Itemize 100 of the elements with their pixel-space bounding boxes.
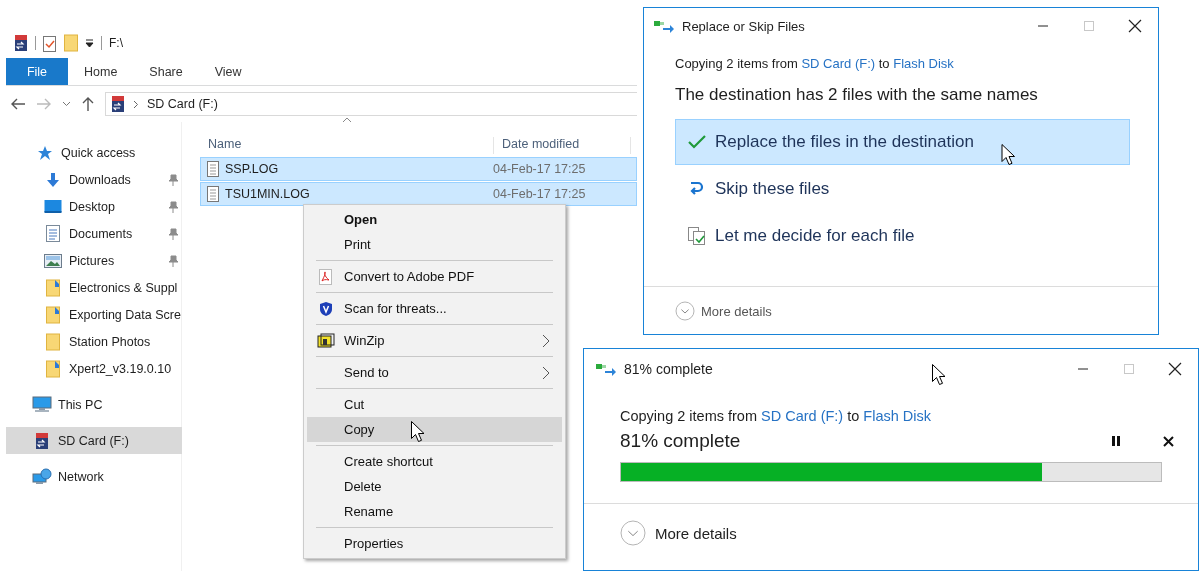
- folder-icon: [46, 359, 60, 378]
- up-arrow-icon: [81, 96, 95, 112]
- menu-item[interactable]: Delete: [307, 474, 562, 499]
- folder-icon: [46, 278, 60, 297]
- back-icon: [10, 97, 26, 111]
- dialog-title: Replace or Skip Files: [682, 18, 805, 34]
- copy-progress-icon: [596, 362, 616, 376]
- pictures-icon: [44, 253, 62, 268]
- compare-files-icon: [687, 227, 707, 245]
- recent-locations-button[interactable]: [62, 101, 71, 107]
- copy-status-text: Copying 2 items from SD Card (F:) to Flash Disk: [675, 56, 955, 71]
- download-icon: [45, 171, 61, 188]
- sidebar-item[interactable]: This PC: [6, 391, 182, 418]
- cursor-icon: [998, 144, 1018, 165]
- copy-progress-icon: [654, 19, 674, 33]
- close-icon: [1128, 19, 1142, 33]
- menu-item[interactable]: Create shortcut: [307, 449, 562, 474]
- sort-icon: [342, 117, 352, 123]
- sidebar-item[interactable]: SD Card (F:): [6, 427, 182, 454]
- menu-item[interactable]: Scan for threats...: [307, 296, 562, 321]
- network-icon: [32, 468, 52, 485]
- sidebar-item[interactable]: Network: [6, 463, 182, 490]
- table-cell: 04-Feb-17 17:25: [493, 162, 586, 176]
- sidebar-item[interactable]: Exporting Data Scre: [6, 301, 182, 328]
- dialog-title: 81% complete: [624, 361, 713, 377]
- star-icon: [37, 144, 53, 161]
- chevron-icon: [133, 99, 139, 109]
- source-link[interactable]: SD Card (F:): [761, 408, 844, 424]
- close-icon: [1168, 362, 1182, 376]
- menu-item[interactable]: Properties: [307, 531, 562, 556]
- sidebar-item[interactable]: Electronics & Suppl: [6, 274, 182, 301]
- menu-item[interactable]: Open: [307, 207, 562, 232]
- table-cell-text: SSP.LOG: [224, 162, 280, 176]
- choice-option[interactable]: Skip these files: [675, 166, 1130, 212]
- choice-option[interactable]: Replace the files in the destination: [675, 119, 1130, 165]
- shield-icon: [319, 300, 333, 317]
- destination-link[interactable]: Flash Disk: [893, 56, 954, 71]
- sidebar-item[interactable]: Downloads: [6, 166, 182, 193]
- ribbon-tab[interactable]: Share: [133, 58, 199, 85]
- new-folder-icon: [64, 34, 78, 52]
- progress-status: 81% complete: [620, 430, 742, 452]
- file-menu-button[interactable]: File: [6, 58, 68, 85]
- menu-item[interactable]: Copy: [307, 417, 562, 442]
- sd-card-icon: [111, 95, 125, 113]
- close-icon: [1162, 435, 1174, 447]
- menu-item[interactable]: Rename: [307, 499, 562, 524]
- pause-icon: [1111, 435, 1121, 447]
- menu-item[interactable]: Print: [307, 232, 562, 257]
- folder-icon: [46, 332, 60, 351]
- archive-icon: [317, 332, 335, 349]
- expand-icon: [620, 520, 646, 546]
- table-cell: 04-Feb-17 17:25: [493, 187, 586, 201]
- menu-item[interactable]: Send to: [307, 360, 562, 385]
- cursor-icon: [932, 364, 945, 385]
- ribbon-tab[interactable]: View: [198, 58, 258, 85]
- menu-item[interactable]: Cut: [307, 392, 562, 417]
- pdf-icon: [319, 268, 333, 285]
- copy-status-text: Copying 2 items from SD Card (F:) to Flash Disk: [620, 408, 933, 424]
- table-cell-text: TSU1MIN.LOG: [224, 187, 311, 201]
- up-button[interactable]: [81, 96, 95, 112]
- folder-icon: [46, 305, 60, 324]
- menu-item[interactable]: WinZip: [307, 328, 562, 353]
- destination-link[interactable]: Flash Disk: [863, 408, 932, 424]
- maximize-icon: [1123, 363, 1135, 375]
- menu-item[interactable]: Convert to Adobe PDF: [307, 264, 562, 289]
- sidebar-item[interactable]: Xpert2_v3.19.0.10: [6, 355, 182, 382]
- desktop-icon: [44, 199, 62, 214]
- sidebar-item[interactable]: Desktop: [6, 193, 182, 220]
- file-icon: [207, 186, 219, 202]
- sidebar-item[interactable]: Documents: [6, 220, 182, 247]
- sidebar-item[interactable]: Station Photos: [6, 328, 182, 355]
- sidebar-item[interactable]: Pictures: [6, 247, 182, 274]
- sidebar-item[interactable]: Quick access: [6, 139, 182, 166]
- more-details-button[interactable]: More details: [675, 301, 772, 321]
- address-bar[interactable]: SD Card (F:): [105, 92, 637, 116]
- file-icon: [207, 161, 219, 177]
- choice-option[interactable]: Let me decide for each file: [675, 213, 1130, 259]
- source-link[interactable]: SD Card (F:): [801, 56, 876, 71]
- dialog-heading: The destination has 2 files with the same names: [675, 85, 1039, 105]
- column-header[interactable]: Date modified: [494, 137, 631, 154]
- back-button[interactable]: [10, 97, 26, 111]
- document-icon: [46, 225, 60, 242]
- cursor-icon: [411, 421, 424, 442]
- computer-icon: [32, 396, 52, 413]
- check-icon: [687, 135, 707, 149]
- file-row[interactable]: SSP.LOG 04-Feb-17 17:25: [200, 157, 637, 181]
- expand-icon: [675, 301, 695, 321]
- file-row[interactable]: TSU1MIN.LOG 04-Feb-17 17:25: [200, 182, 637, 206]
- more-details-button[interactable]: More details: [620, 520, 737, 546]
- window-title: F:\: [109, 36, 123, 50]
- sd-card-icon: [14, 34, 28, 52]
- ribbon-tab[interactable]: Home: [68, 58, 134, 85]
- caret-icon: [62, 101, 71, 107]
- column-header[interactable]: Name: [200, 137, 494, 154]
- forward-icon: [36, 97, 52, 111]
- sd-card-icon: [35, 431, 49, 450]
- properties-icon: [43, 34, 57, 52]
- dropdown-icon: [85, 38, 94, 48]
- maximize-icon: [1083, 20, 1095, 32]
- forward-button[interactable]: [36, 97, 52, 111]
